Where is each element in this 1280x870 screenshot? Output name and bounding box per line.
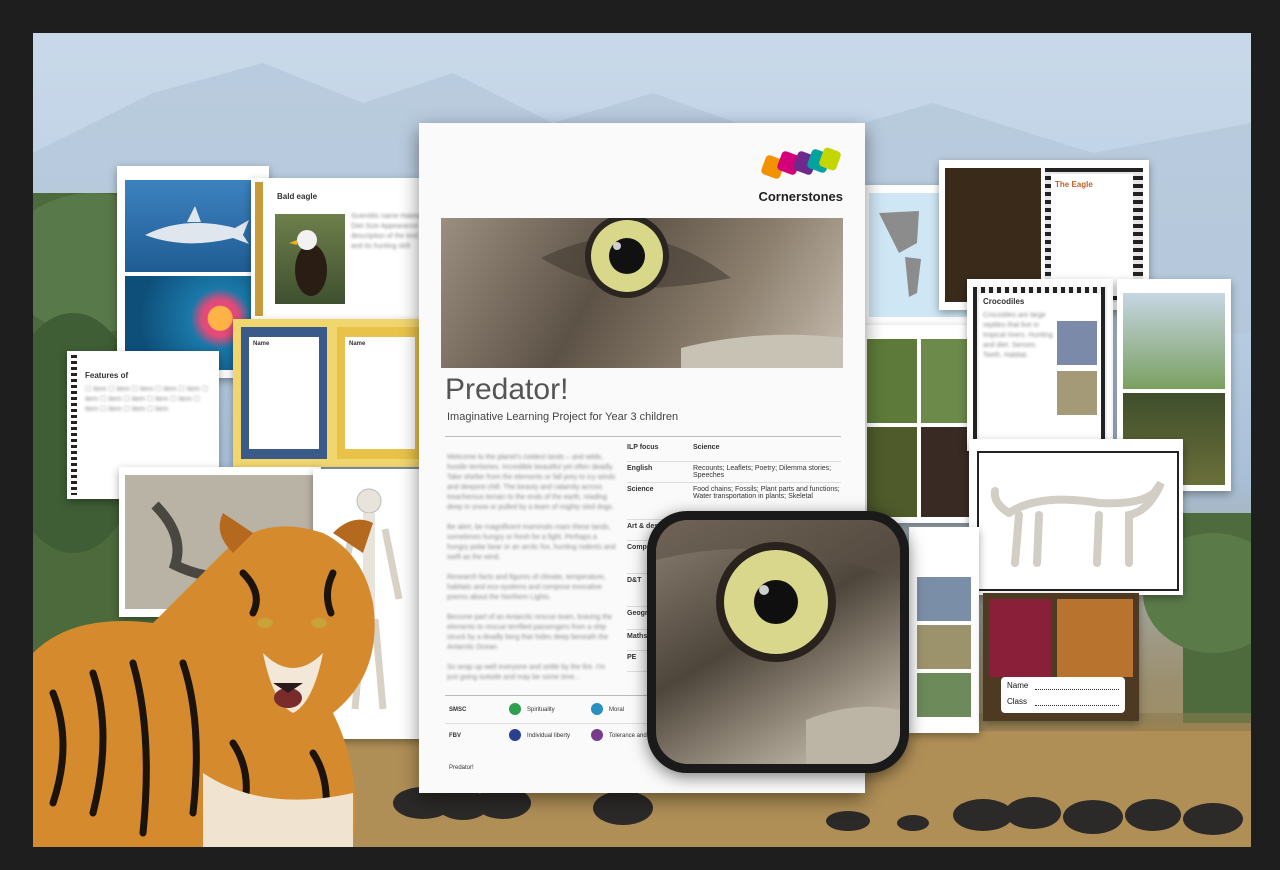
savanna-scene: Bald eagle Scientific name Habitat Diet … (33, 33, 1251, 847)
film-strip (71, 355, 77, 495)
booklet-footer: Predator! (449, 765, 474, 771)
liberty-icon (509, 729, 521, 741)
booklet-intro-text: Welcome to the planet's coldest lands – … (447, 454, 616, 681)
croc-strip-card (909, 527, 979, 733)
title-divider (445, 436, 841, 437)
booklet-title: Predator! (445, 373, 569, 406)
smsc-item-spirituality: Spirituality (527, 707, 555, 713)
blue-border-sheet: Name (241, 327, 327, 459)
shark-photo (125, 180, 261, 272)
features-heading: Features of (85, 371, 129, 380)
animal-photo-grid-card (863, 325, 977, 523)
tiger-illustration (33, 513, 375, 847)
tiger-name-card: Name Class (983, 593, 1139, 721)
croc-text: Crocodiles are large reptiles that live … (983, 312, 1053, 359)
parrot-photo (989, 599, 1051, 677)
bald-eagle-heading: Bald eagle (277, 192, 318, 201)
crocodiles-heading: Crocodiles (983, 297, 1025, 306)
eagle-eye-banner (441, 218, 843, 368)
shark-icon (145, 206, 249, 244)
croc-grass-thumb (917, 673, 971, 717)
name-sheet-right: Name (345, 337, 415, 449)
name-field-label: Name (1007, 681, 1029, 690)
app-icon-photo (656, 520, 900, 764)
name-field-line (1035, 689, 1119, 690)
card-border-strip (255, 182, 263, 316)
fox-photo (867, 339, 917, 423)
spirituality-icon (509, 703, 521, 715)
eagle-eye-app-icon (647, 511, 909, 773)
croc-photo (1057, 371, 1097, 415)
flying-eagle-photo (1123, 293, 1225, 389)
booklet-subtitle: Imaginative Learning Project for Year 3 … (447, 411, 679, 423)
tolerance-icon (591, 729, 603, 741)
name-label-right: Name (349, 341, 366, 347)
table-row: ILP focus Science (627, 441, 841, 462)
smsc-item-moral: Moral (609, 707, 625, 713)
bird-photo (867, 427, 917, 517)
eagle-icon (289, 230, 327, 296)
yellow-border-sheet: Name (337, 327, 423, 459)
features-checklist: ☐ item ☐ item ☐ item ☐ item ☐ item ☐ ite… (85, 386, 209, 413)
weasel-photo (921, 339, 973, 423)
name-label-left: Name (253, 341, 270, 347)
cornerstones-brand: Cornerstones (758, 189, 843, 204)
croc-river-thumb (917, 625, 971, 669)
class-field-line (1035, 705, 1119, 706)
worm-photo (921, 427, 973, 517)
table-row: English Recounts; Leaflets; Poetry; Dilem… (627, 462, 841, 483)
bald-eagle-card: Bald eagle Scientific name Habitat Diet … (251, 178, 433, 320)
fbv-item-liberty: Individual liberty (527, 733, 571, 739)
image-frame: Bald eagle Scientific name Habitat Diet … (0, 0, 1280, 870)
crocodiles-card: Crocodiles Crocodiles are large reptiles… (967, 279, 1113, 451)
croc-skull-thumb (917, 577, 971, 621)
eagle-photo (275, 214, 345, 304)
cat-skeleton-icon (990, 480, 1165, 567)
cat-skeleton-frame (977, 451, 1179, 591)
eagle-facts-text: Scientific name Habitat Diet Size Appear… (351, 213, 423, 250)
eagle-eye-icon (656, 520, 900, 764)
smsc-label: SMSC (449, 707, 467, 713)
name-worksheets-card: Name Name (233, 319, 429, 467)
moral-icon (591, 703, 603, 715)
cornerstones-logo-icon (761, 147, 841, 179)
fbv-label: FBV (449, 733, 461, 739)
fbv-item-tolerance: Tolerance and (609, 733, 647, 739)
name-class-box: Name Class (1001, 677, 1125, 713)
the-eagle-heading: The Eagle (1055, 180, 1093, 189)
croc-skull-photo (1057, 321, 1097, 365)
cat-skeleton-card (969, 439, 1183, 595)
croc-content: Crocodiles Crocodiles are large reptiles… (979, 293, 1101, 439)
small-tiger-photo (1057, 599, 1133, 677)
eagle-eye-icon (541, 218, 843, 368)
class-field-label: Class (1007, 697, 1028, 706)
name-sheet-left: Name (249, 337, 319, 449)
